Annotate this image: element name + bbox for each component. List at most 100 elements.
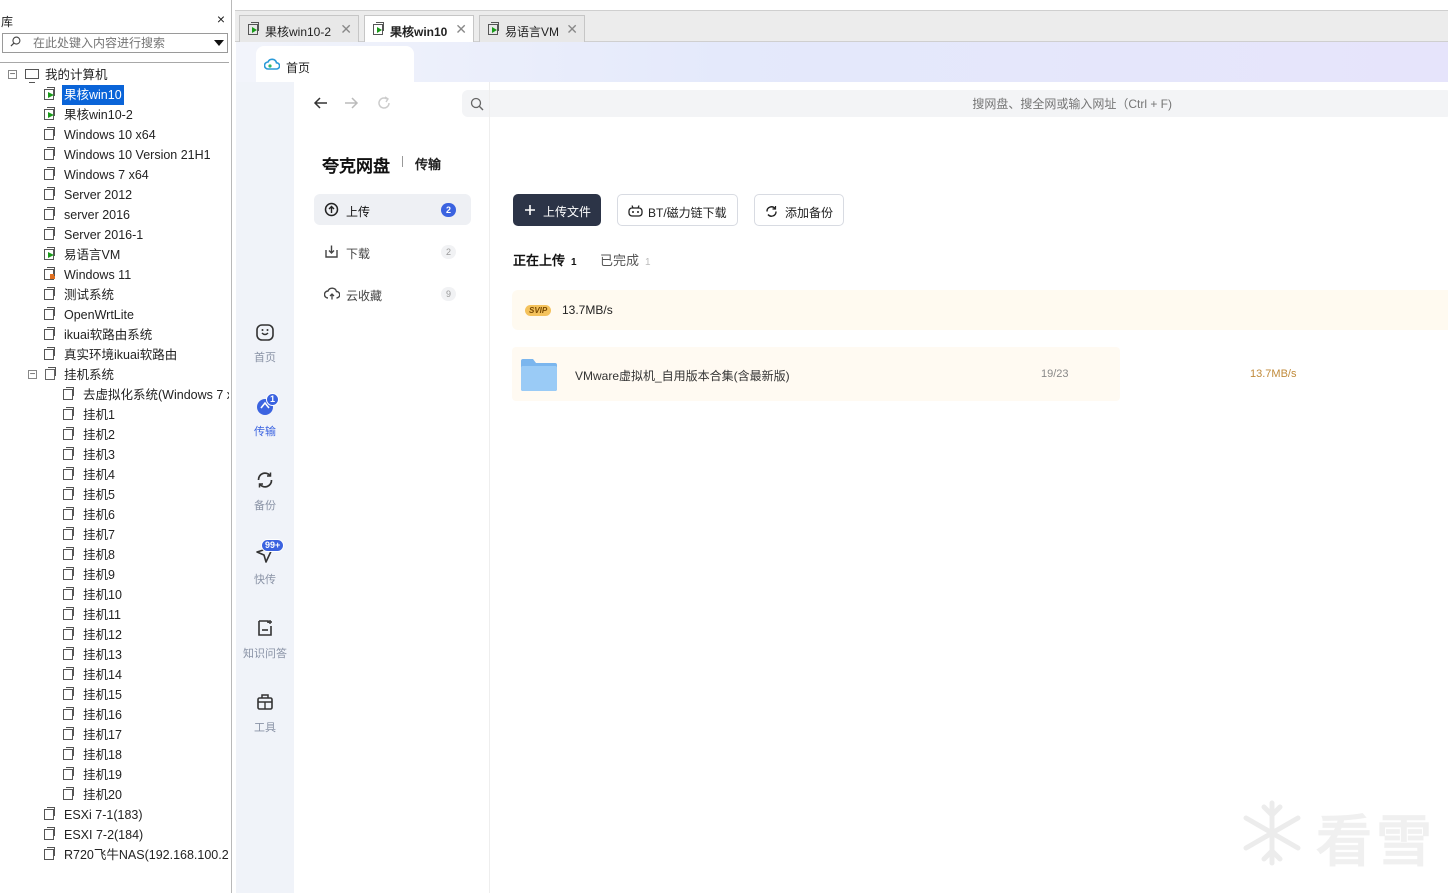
tree-item-vm[interactable]: 挂机19 (0, 765, 229, 785)
collapse-icon[interactable]: − (8, 70, 17, 80)
tree-item-vm[interactable]: Server 2016-1 (0, 225, 229, 245)
transfer-nav: 上传 2 下载 2 云收藏 9 (294, 82, 490, 893)
tree-label: 挂机3 (83, 448, 115, 462)
library-header: 库 × (0, 10, 231, 32)
rail-quick-send[interactable]: 99+ 快传 (236, 539, 294, 594)
collapse-icon[interactable]: − (28, 370, 37, 380)
vm-icon (44, 167, 55, 180)
vm-icon (63, 787, 74, 800)
vm-icon (63, 707, 74, 720)
vm-icon (63, 727, 74, 740)
computer-icon (25, 69, 39, 83)
nav-download[interactable]: 下载 2 (314, 236, 471, 267)
tree-item-vm[interactable]: 挂机20 (0, 785, 229, 805)
tree-item-vm[interactable]: 挂机4 (0, 465, 229, 485)
vm-tab-win10[interactable]: 果核win10 ✕ (364, 15, 474, 43)
tree-item-vm[interactable]: ESXi 7-1(183) (0, 805, 229, 825)
vm-icon (63, 547, 74, 560)
bt-magnet-download-button[interactable]: BT/磁力链下载 (617, 194, 738, 226)
tree-label: 挂机12 (83, 628, 122, 642)
button-label: BT/磁力链下载 (648, 206, 727, 220)
vm-icon (63, 407, 74, 420)
vm-tab-yiyuyan[interactable]: 易语言VM ✕ (479, 15, 585, 42)
tree-item-vm[interactable]: 挂机16 (0, 705, 229, 725)
upload-file-button[interactable]: 上传文件 (513, 194, 601, 226)
tree-item-vm[interactable]: Server 2012 (0, 185, 229, 205)
tree-item-vm[interactable]: 挂机9 (0, 565, 229, 585)
library-close-button[interactable]: × (217, 11, 225, 27)
tree-group-hangup[interactable]: − 挂机系统 (0, 365, 229, 385)
tree-item-vm[interactable]: 去虚拟化系统(Windows 7 x (0, 385, 229, 405)
button-label: 添加备份 (785, 206, 834, 220)
tree-item-vm[interactable]: 挂机7 (0, 525, 229, 545)
tree-item-vm[interactable]: ESXI 7-2(184) (0, 825, 229, 845)
tree-item-vm[interactable]: 挂机18 (0, 745, 229, 765)
rail-backup[interactable]: 备份 (236, 470, 294, 520)
vm-locked-icon (44, 267, 55, 280)
tree-item-vm[interactable]: server 2016 (0, 205, 229, 225)
tree-item-vm[interactable]: 真实环境ikuai软路由 (0, 345, 229, 365)
tree-item-vm[interactable]: 挂机14 (0, 665, 229, 685)
upload-list-item[interactable]: VMware虚拟机_自用版本合集(含最新版) 19/23 (512, 347, 1120, 401)
tree-item-vm[interactable]: 挂机15 (0, 685, 229, 705)
rail-tools[interactable]: 工具 (236, 692, 294, 742)
tree-label: ESXI 7-2(184) (64, 828, 144, 842)
vm-icon (63, 747, 74, 760)
tree-item-vm[interactable]: 测试系统 (0, 285, 229, 305)
tree-item-vm[interactable]: Windows 11 (0, 265, 229, 285)
tree-label: ESXi 7-1(183) (64, 808, 143, 822)
tree-item-vm[interactable]: R720飞牛NAS(192.168.100.22 (0, 845, 229, 865)
tree-item-vm[interactable]: 挂机8 (0, 545, 229, 565)
search-dropdown-icon[interactable] (214, 40, 224, 46)
tree-item-vm[interactable]: 挂机13 (0, 645, 229, 665)
tree-item-vm[interactable]: 挂机17 (0, 725, 229, 745)
vm-running-icon (44, 107, 55, 120)
library-search[interactable] (2, 33, 228, 53)
add-backup-button[interactable]: 添加备份 (754, 194, 844, 226)
tree-item-vm[interactable]: 挂机10 (0, 585, 229, 605)
rail-transfer[interactable]: 1 传输 (236, 393, 294, 446)
browser-tab-home[interactable]: 首页 (256, 46, 414, 82)
tree-root-my-computer[interactable]: − 我的计算机 (0, 65, 229, 85)
vm-tab-icon (248, 22, 259, 35)
rail-label: 首页 (254, 352, 276, 364)
rail-qa[interactable]: 知识问答 (236, 618, 294, 668)
tree-item-vm[interactable]: OpenWrtLite (0, 305, 229, 325)
nav-upload[interactable]: 上传 2 (314, 194, 471, 225)
address-bar[interactable] (462, 90, 1448, 117)
vm-tab-win10-2[interactable]: 果核win10-2 ✕ (239, 15, 359, 42)
tree-item-vm[interactable]: 挂机2 (0, 425, 229, 445)
vm-icon (44, 147, 55, 160)
address-input[interactable] (492, 94, 1172, 113)
vm-tab-icon (373, 22, 384, 35)
library-tree[interactable]: − 我的计算机 果核win10 果核win10-2 Windows 10 x64 Wind… (0, 62, 229, 893)
library-search-input[interactable] (33, 35, 203, 51)
tree-item-vm[interactable]: 果核win10 (0, 85, 229, 105)
button-label: 上传文件 (543, 205, 592, 219)
vm-icon (63, 507, 74, 520)
tree-item-vm[interactable]: Windows 10 x64 (0, 125, 229, 145)
tree-item-vm[interactable]: 挂机12 (0, 625, 229, 645)
tree-item-vm[interactable]: Windows 7 x64 (0, 165, 229, 185)
vm-icon (44, 307, 55, 320)
subtab-uploading[interactable]: 正在上传 1 (513, 250, 577, 269)
close-icon[interactable]: ✕ (455, 21, 467, 38)
tree-label: 挂机20 (83, 788, 122, 802)
subtab-completed[interactable]: 已完成 1 (600, 250, 651, 269)
tree-item-vm[interactable]: Windows 10 Version 21H1 (0, 145, 229, 165)
tree-item-vm[interactable]: ikuai软路由系统 (0, 325, 229, 345)
rail-home[interactable]: 首页 (236, 322, 294, 372)
close-icon[interactable]: ✕ (566, 21, 578, 38)
tree-item-vm[interactable]: 果核win10-2 (0, 105, 229, 125)
tree-item-vm[interactable]: 挂机6 (0, 505, 229, 525)
tree-item-vm[interactable]: 易语言VM (0, 245, 229, 265)
tree-item-vm[interactable]: 挂机3 (0, 445, 229, 465)
tree-label: 我的计算机 (45, 68, 108, 82)
tree-item-vm[interactable]: 挂机5 (0, 485, 229, 505)
tree-item-vm[interactable]: 挂机11 (0, 605, 229, 625)
close-icon[interactable]: ✕ (340, 21, 352, 38)
nav-cloud-collect[interactable]: 云收藏 9 (314, 278, 471, 309)
vm-icon (63, 467, 74, 480)
tree-item-vm[interactable]: 挂机1 (0, 405, 229, 425)
upload-file-name: VMware虚拟机_自用版本合集(含最新版) (575, 369, 790, 383)
